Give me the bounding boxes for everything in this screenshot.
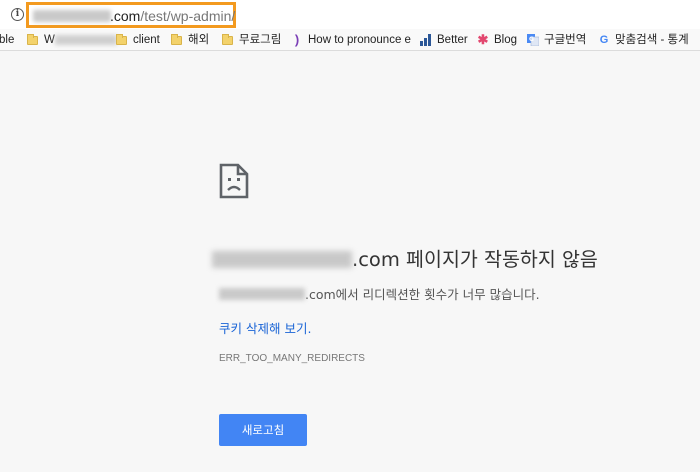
description-domain-suffix: .com — [305, 287, 336, 302]
bookmark-label: W — [44, 34, 55, 46]
folder-icon — [222, 33, 233, 45]
folder-icon — [27, 33, 38, 45]
url-domain-suffix: .com — [110, 8, 141, 24]
bookmark-item[interactable]: G 맞춤검색 - 통계 — [598, 32, 689, 48]
sad-page-icon — [219, 163, 249, 203]
bookmark-label: ble — [0, 34, 15, 46]
folder-icon — [171, 33, 182, 45]
url-text: .com/test/wp-admin/ — [110, 8, 235, 24]
title-blurred-domain — [212, 251, 352, 268]
title-text: 페이지가 작동하지 않음 — [399, 248, 598, 271]
bookmark-label: 맞춤검색 - 통계 — [615, 34, 689, 46]
folder-icon — [116, 33, 127, 45]
bookmark-label: 구글번역 — [544, 34, 587, 46]
title-domain-suffix: .com — [352, 248, 400, 271]
bookmarks-bar: ble W client 해외 무료그림 ) How to pronounce … — [0, 29, 700, 51]
description-blurred-domain — [219, 288, 305, 300]
bar-chart-icon — [420, 34, 432, 46]
bookmark-item[interactable]: client — [116, 32, 160, 48]
bookmark-item[interactable]: 무료그림 — [222, 32, 281, 48]
url-field[interactable]: .com/test/wp-admin/ — [26, 2, 236, 28]
description-text: 에서 리디렉션한 횟수가 너무 많습니다. — [335, 287, 540, 302]
error-title: .com 페이지가 작동하지 않음 — [212, 243, 598, 272]
error-description: .com에서 리디렉션한 횟수가 너무 많습니다. — [219, 284, 540, 303]
svg-text:G: G — [529, 36, 534, 43]
bookmark-label: Blog — [494, 34, 518, 46]
clear-cookies-link[interactable]: 쿠키 삭제해 보기. — [219, 318, 311, 337]
bookmark-label: Better — [437, 34, 468, 46]
bookmark-label: client — [133, 34, 160, 46]
bookmark-item[interactable]: Better — [420, 32, 468, 48]
bookmark-item[interactable]: 해외 — [171, 32, 209, 48]
bookmark-item[interactable]: ble — [0, 32, 14, 48]
google-icon: G — [599, 34, 609, 46]
reload-button[interactable]: 새로고침 — [219, 414, 307, 446]
bookmark-item[interactable]: G 구글번역 — [527, 32, 586, 48]
bookmark-blurred-label — [54, 35, 117, 45]
bookmark-label: 해외 — [188, 34, 210, 46]
bookmark-item[interactable]: W — [27, 32, 117, 48]
address-bar: i .com/test/wp-admin/ — [0, 0, 700, 29]
bookmark-item[interactable]: ) How to pronounce e — [291, 32, 411, 48]
bookmark-label: How to pronounce e — [308, 34, 411, 46]
pronounce-icon: ) — [294, 32, 300, 47]
flower-icon: ✱ — [477, 32, 489, 47]
bookmark-label: 무료그림 — [239, 34, 282, 46]
url-blurred-domain — [33, 10, 111, 22]
bookmark-item[interactable]: ✱ Blog — [477, 32, 517, 48]
url-path: /test/wp-admin/ — [140, 8, 236, 24]
error-code: ERR_TOO_MANY_REDIRECTS — [219, 353, 365, 364]
translate-icon: G — [527, 34, 540, 47]
info-icon[interactable]: i — [11, 8, 24, 21]
